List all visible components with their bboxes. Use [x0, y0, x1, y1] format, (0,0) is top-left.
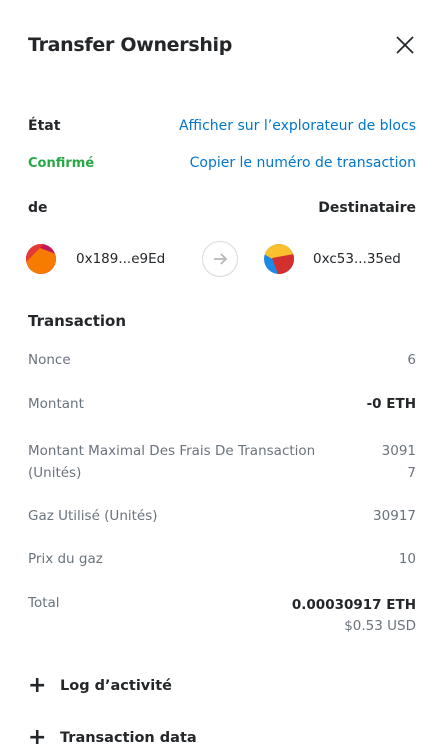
- arrow-right-icon: [214, 253, 228, 265]
- max-fee-value: 3091 7: [382, 440, 416, 484]
- sender-avatar[interactable]: [26, 244, 56, 274]
- transaction-data-toggle[interactable]: + Transaction data: [28, 725, 197, 750]
- total-label: Total: [28, 595, 60, 611]
- total-eth: 0.00030917 ETH: [291, 597, 416, 613]
- max-fee-label-line1: Montant Maximal Des Frais De Transaction: [28, 443, 316, 459]
- gas-price-label: Prix du gaz: [28, 551, 103, 567]
- copy-tx-id-link[interactable]: Copier le numéro de transaction: [190, 155, 416, 171]
- total-value: 0.00030917 ETH $0.53 USD: [292, 595, 416, 637]
- activity-log-label: Log d’activité: [60, 678, 172, 694]
- gas-used-label: Gaz Utilisé (Unités): [28, 508, 158, 524]
- transaction-data-label: Transaction data: [60, 730, 197, 746]
- amount-value: -0 ETH: [366, 396, 416, 412]
- gas-used-row: Gaz Utilisé (Unités) 30917: [28, 508, 416, 528]
- sender-address[interactable]: 0x189...e9Ed: [76, 251, 165, 267]
- transaction-section-title: Transaction: [28, 312, 127, 330]
- recipient-avatar-icon: [264, 244, 294, 274]
- gas-price-value: 10: [398, 551, 416, 567]
- sender-avatar-icon: [26, 244, 56, 274]
- status-badge: Confirmé: [28, 155, 95, 171]
- max-fee-value-line1: 3091: [381, 443, 416, 459]
- transfer-arrow: [202, 241, 238, 277]
- status-label: État: [28, 118, 61, 134]
- recipient-address[interactable]: 0xc53...35ed: [313, 251, 401, 267]
- nonce-row: Nonce 6: [28, 352, 416, 372]
- amount-row: Montant -0 ETH: [28, 396, 416, 416]
- nonce-label: Nonce: [28, 352, 71, 368]
- to-label: Destinataire: [318, 200, 416, 216]
- max-fee-label-line2: (Unités): [28, 465, 82, 481]
- max-fee-value-line2: 7: [407, 465, 416, 481]
- plus-icon: +: [28, 673, 47, 698]
- status-row: État Afficher sur l’explorateur de blocs: [28, 118, 416, 134]
- view-explorer-link[interactable]: Afficher sur l’explorateur de blocs: [179, 118, 416, 134]
- total-row: Total 0.00030917 ETH $0.53 USD: [28, 595, 416, 639]
- nonce-value: 6: [407, 352, 416, 368]
- close-button[interactable]: [394, 34, 416, 56]
- activity-log-toggle[interactable]: + Log d’activité: [28, 673, 172, 698]
- recipient-avatar[interactable]: [264, 244, 294, 274]
- gas-price-row: Prix du gaz 10: [28, 551, 416, 571]
- amount-label: Montant: [28, 396, 84, 412]
- max-fee-row: Montant Maximal Des Frais De Transaction…: [28, 440, 416, 484]
- status-value-row: Confirmé Copier le numéro de transaction: [28, 155, 416, 171]
- gas-used-value: 30917: [373, 508, 416, 524]
- sender-recipient: 0x189...e9Ed 0xc53...35ed: [26, 240, 416, 280]
- from-label: de: [28, 200, 48, 216]
- page-title: Transfer Ownership: [28, 34, 233, 56]
- dialog-header: Transfer Ownership: [28, 34, 416, 64]
- total-usd: $0.53 USD: [344, 618, 416, 634]
- close-icon: [396, 36, 414, 54]
- plus-icon: +: [28, 725, 47, 750]
- max-fee-label: Montant Maximal Des Frais De Transaction…: [28, 440, 315, 484]
- parties-header-row: de Destinataire: [28, 200, 416, 216]
